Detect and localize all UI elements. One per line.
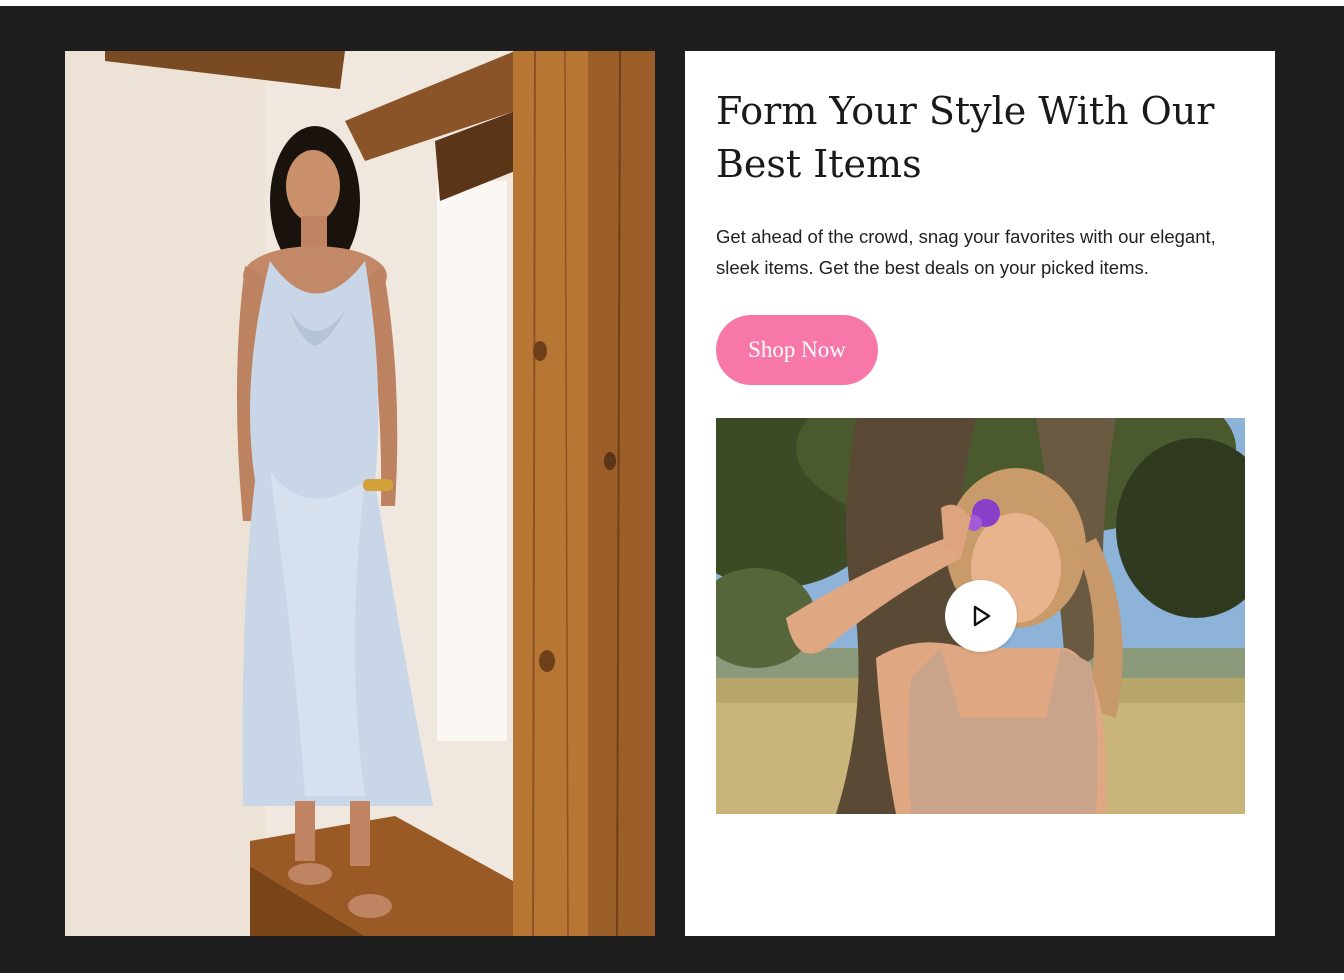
headline: Form Your Style With Our Best Items [716,89,1215,186]
video-thumbnail[interactable] [716,418,1245,814]
model-photo [65,51,655,936]
promo-description: Get ahead of the crowd, snag your favori… [716,226,1216,278]
play-icon [973,605,991,627]
shop-now-button[interactable]: Shop Now [716,315,878,385]
page-frame: Form Your Style With Our Best Items Get … [0,6,1344,973]
promo-panel: Form Your Style With Our Best Items Get … [685,51,1275,936]
play-button[interactable] [945,580,1017,652]
